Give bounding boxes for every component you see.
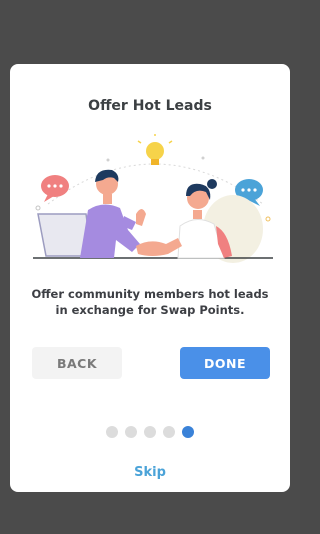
left-person [80, 169, 146, 258]
lightbulb-icon [137, 134, 173, 165]
onboarding-modal: Offer Hot Leads Offer community members … [10, 64, 290, 492]
done-button[interactable]: DONE [180, 347, 270, 379]
modal-description: Offer community members hot leads in exc… [31, 287, 269, 317]
pagination-dot[interactable] [106, 426, 118, 438]
pagination-dot[interactable] [163, 426, 175, 438]
screen-overlay: Offer Hot Leads Offer community members … [0, 0, 300, 534]
modal-title: Offer Hot Leads [88, 98, 212, 114]
back-button[interactable]: BACK [32, 347, 122, 379]
pagination-dot[interactable] [144, 426, 156, 438]
skip-link[interactable]: Skip [10, 465, 290, 480]
handshake-icon [136, 238, 182, 256]
handshake-illustration [33, 134, 273, 263]
pagination-dot[interactable] [125, 426, 137, 438]
pagination-dots [10, 426, 290, 438]
chat-bubble-icon [41, 175, 69, 202]
pagination-dot-active[interactable] [182, 426, 194, 438]
